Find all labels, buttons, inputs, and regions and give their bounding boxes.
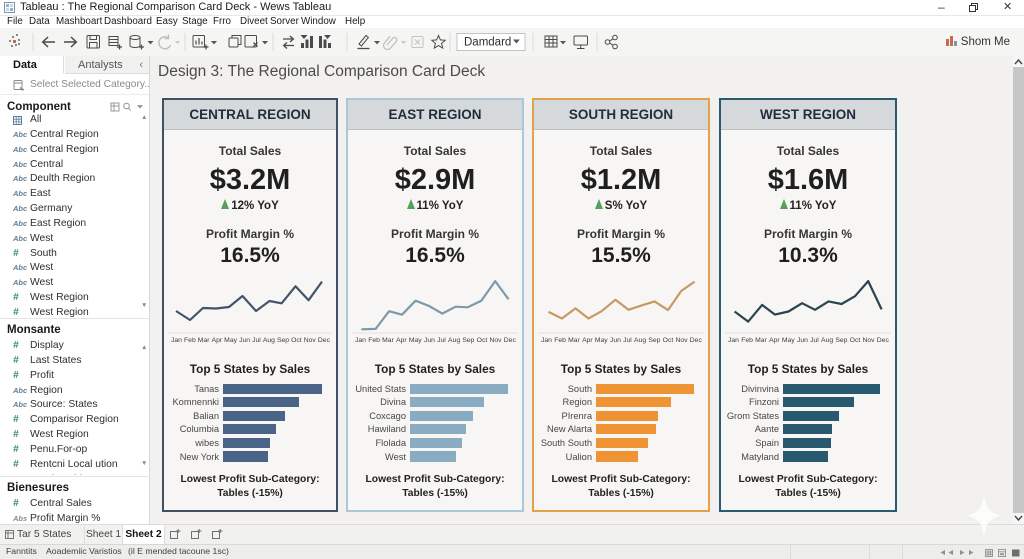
svg-text:Damdard: Damdard <box>464 37 511 49</box>
